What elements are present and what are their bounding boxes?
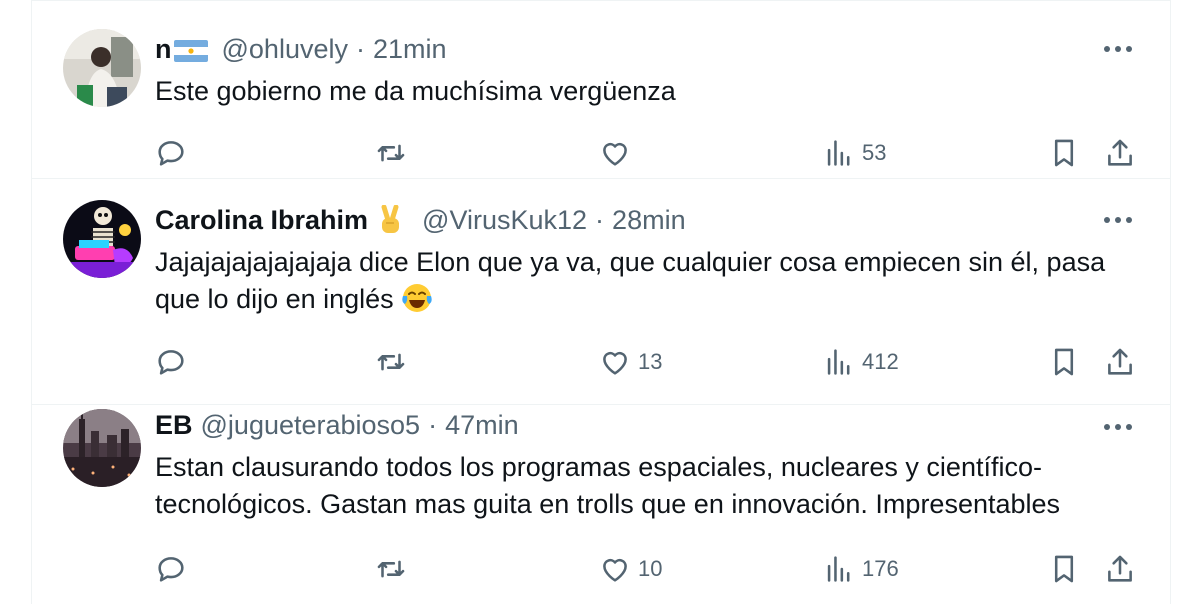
timeline-column: n @ohluvely · 21min Este gobierno me da … bbox=[31, 0, 1171, 604]
victory-hand-icon bbox=[376, 204, 404, 235]
like-button[interactable]: 10 bbox=[598, 549, 662, 589]
like-button[interactable] bbox=[598, 133, 638, 173]
more-icon[interactable] bbox=[1100, 409, 1136, 445]
bookmark-icon bbox=[1054, 139, 1074, 167]
share-icon bbox=[1108, 139, 1132, 166]
bookmark-button[interactable] bbox=[1047, 549, 1081, 589]
handle[interactable]: @ohluvely bbox=[222, 34, 348, 65]
tweet-text: Este gobierno me da muchísima vergüenza bbox=[155, 76, 676, 106]
tweet[interactable]: n @ohluvely · 21min Este gobierno me da … bbox=[32, 0, 1170, 179]
separator-dot: · bbox=[595, 204, 605, 235]
share-icon bbox=[1108, 555, 1132, 582]
views-icon bbox=[827, 140, 850, 166]
views-icon bbox=[827, 349, 850, 375]
reply-button[interactable] bbox=[154, 342, 194, 382]
share-icon bbox=[1108, 348, 1132, 375]
timestamp[interactable]: 47min bbox=[445, 410, 519, 441]
reply-button[interactable] bbox=[154, 133, 194, 173]
views-count: 176 bbox=[862, 556, 899, 581]
retweet-button[interactable] bbox=[374, 342, 414, 382]
retweet-icon bbox=[377, 560, 405, 578]
more-icon[interactable] bbox=[1100, 31, 1136, 67]
tweet-text: Jajajajajajajajaja dice Elon que ya va, … bbox=[155, 244, 1150, 318]
share-button[interactable] bbox=[1103, 549, 1137, 589]
tweet-text-content: Jajajajajajajajaja dice Elon que ya va, … bbox=[155, 247, 1106, 314]
separator-dot: · bbox=[428, 409, 438, 440]
handle[interactable]: @jugueterabioso5 bbox=[201, 410, 421, 441]
retweet-icon bbox=[377, 144, 405, 162]
bookmark-button[interactable] bbox=[1047, 342, 1081, 382]
like-icon bbox=[603, 142, 627, 166]
like-icon bbox=[603, 558, 627, 582]
views-count: 53 bbox=[862, 140, 887, 165]
views-icon bbox=[827, 556, 850, 582]
retweet-button[interactable] bbox=[374, 549, 414, 589]
reply-button[interactable] bbox=[154, 549, 194, 589]
bookmark-icon bbox=[1054, 348, 1074, 376]
bookmark-button[interactable] bbox=[1047, 133, 1081, 173]
tweet[interactable]: Carolina Ibrahim @VirusKuk12 · 28min Jaj… bbox=[32, 178, 1170, 405]
argentina-flag-icon bbox=[173, 38, 208, 62]
tears-of-joy-icon bbox=[400, 281, 434, 315]
handle[interactable]: @VirusKuk12 bbox=[422, 205, 587, 236]
avatar[interactable] bbox=[63, 409, 141, 487]
views-count: 412 bbox=[862, 349, 899, 374]
tweet[interactable]: EB @jugueterabioso5 · 47min Estan clausu… bbox=[32, 405, 1170, 604]
share-button[interactable] bbox=[1103, 342, 1137, 382]
display-name[interactable]: n bbox=[155, 34, 172, 65]
avatar[interactable] bbox=[63, 200, 141, 278]
views-button[interactable]: 176 bbox=[822, 549, 899, 589]
tweet-text: Estan clausurando todos los programas es… bbox=[155, 452, 1061, 519]
like-icon bbox=[603, 351, 627, 375]
like-count: 10 bbox=[638, 556, 663, 581]
retweet-button[interactable] bbox=[374, 133, 414, 173]
reply-icon bbox=[158, 557, 184, 582]
reply-icon bbox=[158, 350, 184, 375]
timestamp[interactable]: 21min bbox=[373, 34, 447, 65]
views-button[interactable]: 53 bbox=[822, 133, 886, 173]
bookmark-icon bbox=[1054, 555, 1074, 583]
share-button[interactable] bbox=[1103, 133, 1137, 173]
avatar[interactable] bbox=[63, 29, 141, 107]
tweet-header: EB @jugueterabioso5 · 47min bbox=[155, 409, 1050, 441]
tweet-header: Carolina Ibrahim @VirusKuk12 · 28min bbox=[155, 204, 1050, 236]
display-name[interactable]: EB bbox=[155, 410, 193, 441]
retweet-icon bbox=[377, 353, 405, 371]
like-count: 13 bbox=[638, 349, 663, 374]
tweet-actions: 13 412 bbox=[32, 342, 1170, 382]
reply-icon bbox=[158, 141, 184, 166]
more-icon[interactable] bbox=[1100, 202, 1136, 238]
views-button[interactable]: 412 bbox=[822, 342, 899, 382]
separator-dot: · bbox=[355, 33, 365, 64]
like-button[interactable]: 13 bbox=[598, 342, 662, 382]
timestamp[interactable]: 28min bbox=[612, 205, 686, 236]
tweet-actions: 53 bbox=[32, 133, 1170, 173]
tweet-actions: 10 176 bbox=[32, 549, 1170, 589]
tweet-header: n @ohluvely · 21min bbox=[155, 33, 1050, 65]
display-name[interactable]: Carolina Ibrahim bbox=[155, 205, 368, 236]
